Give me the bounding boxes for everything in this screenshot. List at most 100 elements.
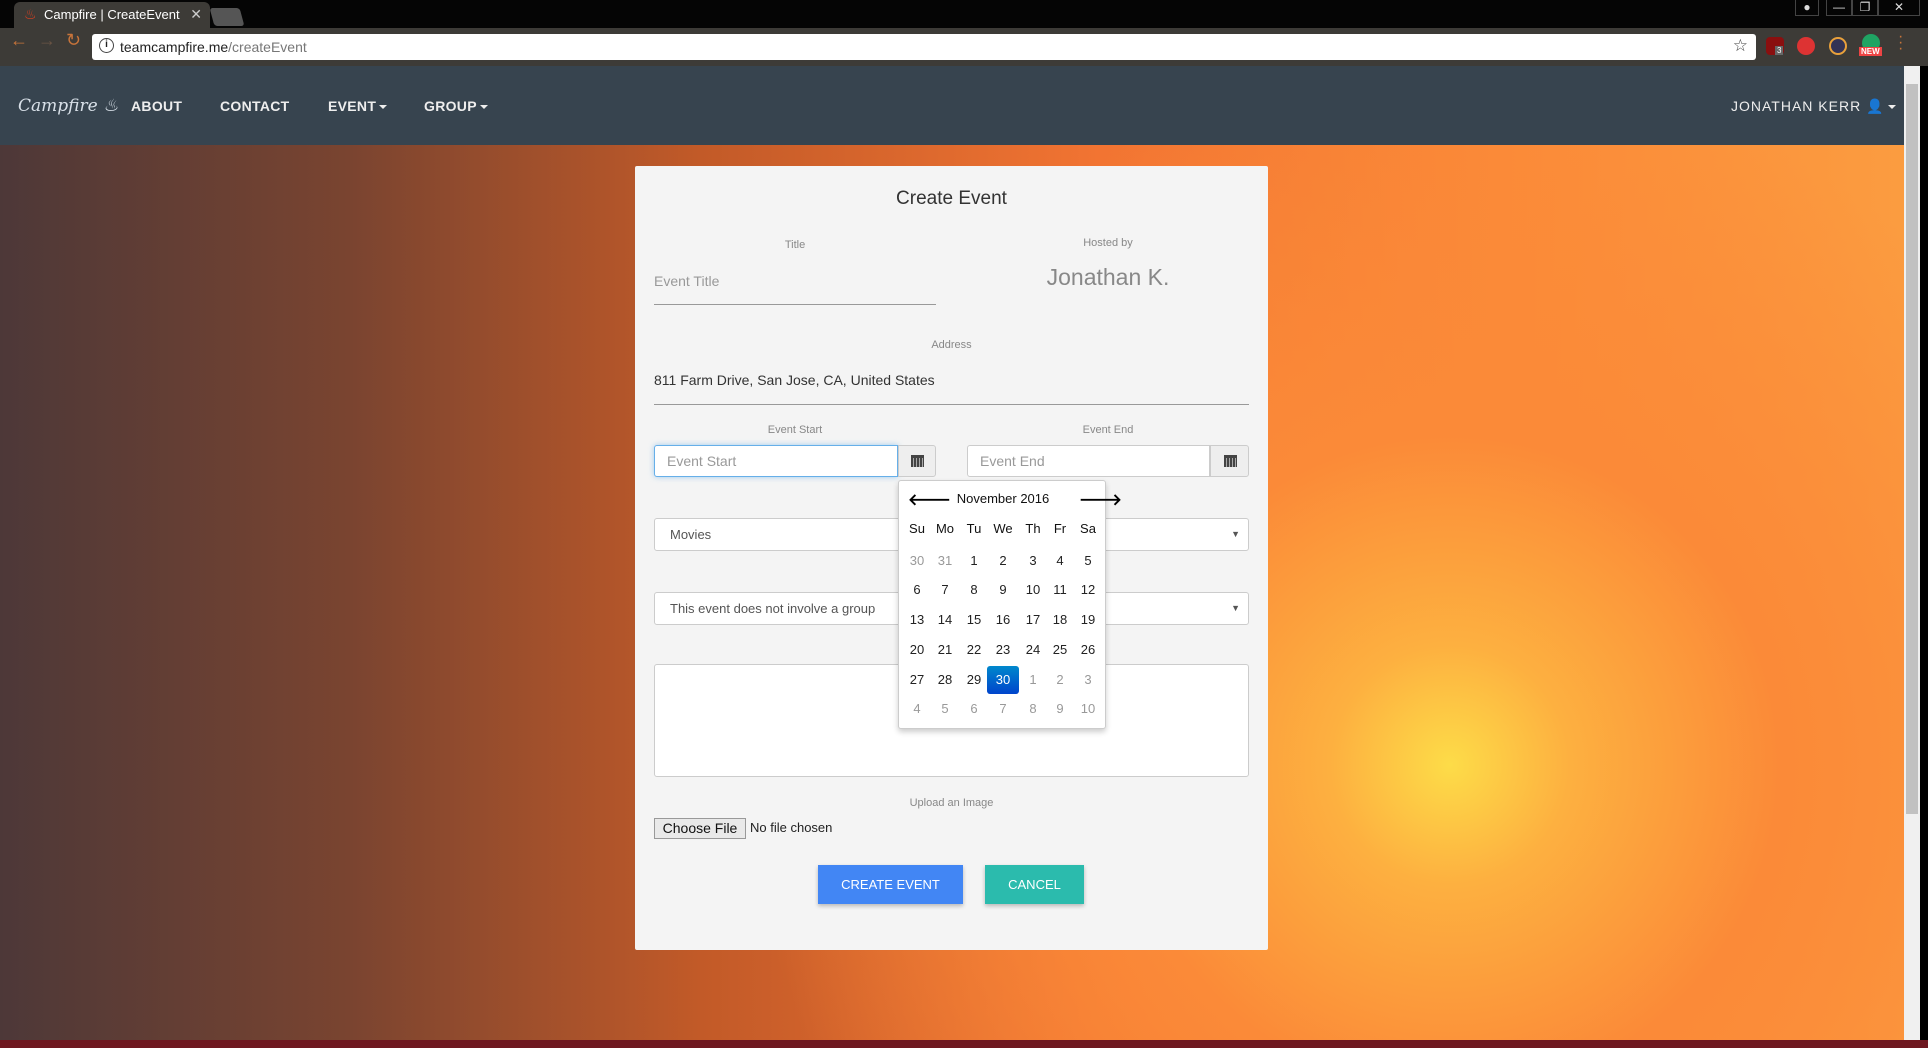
day-cell[interactable]: 11 bbox=[1046, 576, 1074, 604]
profile-icon[interactable]: ● bbox=[1795, 0, 1819, 16]
day-cell[interactable]: 22 bbox=[960, 636, 988, 664]
day-cell[interactable]: 1 bbox=[1019, 666, 1047, 694]
dropdown-arrow-icon: ▼ bbox=[1231, 603, 1240, 613]
nav-contact[interactable]: CONTACT bbox=[220, 98, 290, 114]
campfire-favicon-icon: ♨ bbox=[24, 6, 37, 22]
close-window-button[interactable]: ✕ bbox=[1878, 0, 1920, 16]
grammarly-extension-icon[interactable]: NEW bbox=[1859, 34, 1882, 56]
day-cell[interactable]: 30 bbox=[903, 547, 931, 575]
day-cell-selected[interactable]: 30 bbox=[987, 666, 1019, 694]
title-placeholder: Event Title bbox=[654, 273, 720, 289]
forward-icon[interactable]: → bbox=[38, 30, 56, 51]
day-cell[interactable]: 4 bbox=[903, 695, 931, 723]
day-cell[interactable]: 3 bbox=[1019, 547, 1047, 575]
day-cell[interactable]: 8 bbox=[1019, 695, 1047, 723]
day-cell[interactable]: 29 bbox=[960, 666, 988, 694]
day-cell[interactable]: 5 bbox=[931, 695, 959, 723]
day-cell[interactable]: 19 bbox=[1074, 606, 1102, 634]
day-cell[interactable]: 10 bbox=[1019, 576, 1047, 604]
cancel-button[interactable]: CANCEL bbox=[985, 865, 1084, 904]
os-taskbar bbox=[0, 1040, 1928, 1048]
info-icon[interactable]: i bbox=[99, 38, 114, 53]
browser-tab[interactable]: ♨ Campfire | CreateEvent ✕ bbox=[14, 2, 210, 28]
user-name: JONATHAN KERR bbox=[1731, 98, 1862, 114]
menu-kebab-icon[interactable]: · · · bbox=[1898, 29, 1903, 57]
datepicker-month[interactable]: November 2016 bbox=[899, 491, 1107, 506]
day-cell[interactable]: 2 bbox=[1046, 666, 1074, 694]
day-cell[interactable]: 5 bbox=[1074, 547, 1102, 575]
nav-group-dropdown[interactable]: GROUP bbox=[424, 98, 488, 114]
end-placeholder: Event End bbox=[980, 453, 1045, 469]
ublock-extension-icon[interactable]: 3 bbox=[1766, 37, 1784, 55]
upload-label: Upload an Image bbox=[909, 797, 994, 809]
day-cell[interactable]: 9 bbox=[1046, 695, 1074, 723]
close-tab-icon[interactable]: ✕ bbox=[190, 6, 202, 23]
address-bar[interactable]: i teamcampfire.me/createEvent ☆ bbox=[92, 34, 1756, 60]
day-cell[interactable]: 16 bbox=[989, 606, 1017, 634]
day-cell[interactable]: 26 bbox=[1074, 636, 1102, 664]
day-cell[interactable]: 6 bbox=[903, 576, 931, 604]
day-cell[interactable]: 18 bbox=[1046, 606, 1074, 634]
title-label: Title bbox=[784, 239, 806, 251]
minimize-button[interactable]: — bbox=[1826, 0, 1852, 16]
day-cell[interactable]: 28 bbox=[931, 666, 959, 694]
weekday-header: Th bbox=[1025, 521, 1041, 536]
day-cell[interactable]: 9 bbox=[989, 576, 1017, 604]
campfire-logo[interactable]: Campfire ♨ bbox=[18, 96, 118, 116]
day-cell[interactable]: 24 bbox=[1019, 636, 1047, 664]
day-cell[interactable]: 25 bbox=[1046, 636, 1074, 664]
day-cell[interactable]: 2 bbox=[989, 547, 1017, 575]
day-cell[interactable]: 8 bbox=[960, 576, 988, 604]
event-title-input[interactable]: Event Title bbox=[654, 273, 936, 305]
day-cell[interactable]: 13 bbox=[903, 606, 931, 634]
weekday-header: Tu bbox=[966, 521, 982, 536]
new-tab-button[interactable] bbox=[209, 8, 245, 26]
hosted-by-label: Hosted by bbox=[1083, 237, 1133, 249]
day-cell[interactable]: 1 bbox=[960, 547, 988, 575]
address-input[interactable]: 811 Farm Drive, San Jose, CA, United Sta… bbox=[654, 372, 1249, 405]
day-cell[interactable]: 27 bbox=[903, 666, 931, 694]
day-cell[interactable]: 14 bbox=[931, 606, 959, 634]
event-start-input[interactable]: Event Start bbox=[654, 445, 898, 477]
day-cell[interactable]: 15 bbox=[960, 606, 988, 634]
next-month-arrow-icon[interactable]: 🡒 bbox=[1079, 489, 1122, 510]
day-cell[interactable]: 17 bbox=[1019, 606, 1047, 634]
reload-icon[interactable]: ↻ bbox=[66, 30, 81, 51]
day-cell[interactable]: 3 bbox=[1074, 666, 1102, 694]
browser-toolbar: ← → ↻ i teamcampfire.me/createEvent ☆ 3 NE… bbox=[0, 28, 1928, 66]
day-cell[interactable]: 7 bbox=[989, 695, 1017, 723]
category-value: Movies bbox=[670, 527, 712, 542]
day-cell[interactable]: 6 bbox=[960, 695, 988, 723]
play-extension-icon[interactable] bbox=[1829, 37, 1847, 55]
end-calendar-button[interactable] bbox=[1210, 445, 1249, 477]
bookmark-star-icon[interactable]: ☆ bbox=[1733, 36, 1748, 56]
start-placeholder: Event Start bbox=[667, 453, 737, 469]
start-calendar-button[interactable] bbox=[898, 445, 936, 477]
day-cell[interactable]: 20 bbox=[903, 636, 931, 664]
day-cell[interactable]: 21 bbox=[931, 636, 959, 664]
choose-file-button[interactable]: Choose File bbox=[654, 818, 746, 839]
event-end-input[interactable]: Event End bbox=[967, 445, 1210, 477]
scrollbar-thumb[interactable] bbox=[1906, 84, 1918, 814]
day-cell[interactable]: 4 bbox=[1046, 547, 1074, 575]
day-cell[interactable]: 23 bbox=[989, 636, 1017, 664]
caret-down-icon bbox=[379, 105, 388, 110]
back-icon[interactable]: ← bbox=[10, 30, 28, 51]
nav-event-dropdown[interactable]: EVENT bbox=[328, 98, 388, 114]
calendar-icon bbox=[911, 455, 924, 467]
restore-button[interactable]: ❐ bbox=[1852, 0, 1878, 16]
nav-group-label: GROUP bbox=[424, 98, 477, 114]
address-label: Address bbox=[931, 339, 972, 351]
user-menu[interactable]: JONATHAN KERR 👤 bbox=[1731, 98, 1896, 115]
weekday-header: Sa bbox=[1080, 521, 1096, 536]
record-extension-icon[interactable] bbox=[1797, 37, 1815, 55]
create-event-button[interactable]: CREATE EVENT bbox=[818, 865, 963, 904]
day-cell[interactable]: 10 bbox=[1074, 695, 1102, 723]
weekday-header: Su bbox=[909, 521, 925, 536]
extension-badge: 3 bbox=[1775, 46, 1784, 55]
day-cell[interactable]: 31 bbox=[931, 547, 959, 575]
url-host: teamcampfire.me bbox=[120, 39, 229, 55]
day-cell[interactable]: 7 bbox=[931, 576, 959, 604]
nav-about[interactable]: ABOUT bbox=[131, 98, 182, 114]
day-cell[interactable]: 12 bbox=[1074, 576, 1102, 604]
